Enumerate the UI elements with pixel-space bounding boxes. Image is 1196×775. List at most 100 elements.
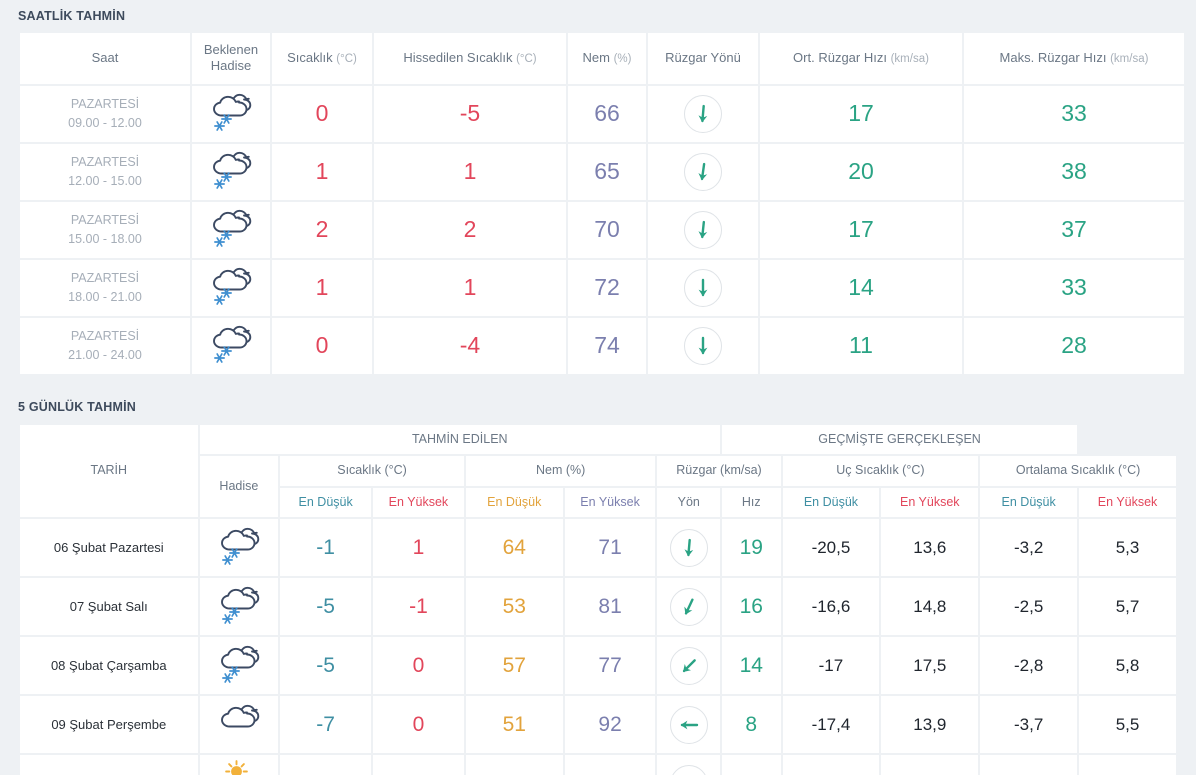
arrow-down-right-icon bbox=[678, 596, 700, 618]
cell-date: 07 Şubat Salı bbox=[20, 578, 198, 636]
snow-cloud-icon bbox=[208, 205, 254, 249]
time-day: PAZARTESİ bbox=[70, 271, 140, 286]
cell-extreme-high: 13,6 bbox=[881, 519, 979, 577]
cell-humidity-low: 53 bbox=[465, 578, 563, 636]
cell-feels-like: -4 bbox=[374, 317, 566, 374]
cell-wind-direction bbox=[657, 578, 721, 636]
cell-wind-direction bbox=[648, 85, 758, 142]
cell-max-wind-speed: 37 bbox=[964, 201, 1184, 258]
table-row[interactable]: 08 Şubat Çarşamba -5 0 57 77 14 -17 17,5 -2,8 5,8 bbox=[20, 637, 1176, 695]
cell-humidity-high: 81 bbox=[564, 578, 656, 636]
hourly-section-title: SAATLİK TAHMİN bbox=[18, 9, 126, 23]
cell-temp-high: -1 bbox=[373, 578, 464, 636]
cell-weather-icon bbox=[199, 578, 279, 636]
snow-cloud-icon bbox=[208, 321, 254, 365]
cell-wind-direction bbox=[648, 259, 758, 316]
time-range: 21.00 - 24.00 bbox=[68, 347, 142, 362]
col-header-temp-high: En Yüksek bbox=[373, 487, 464, 518]
cell-humidity-low: 51 bbox=[465, 696, 563, 754]
cell-average-high: 6,3 bbox=[1079, 755, 1176, 775]
wind-direction-dial bbox=[669, 705, 708, 744]
arrow-down-icon bbox=[678, 537, 700, 559]
col-header-extreme-low: En Düşük bbox=[782, 487, 880, 518]
cell-time: PAZARTESİ 21.00 - 24.00 bbox=[20, 317, 190, 374]
cell-wind-direction bbox=[648, 317, 758, 374]
group-header-forecast: TAHMİN EDİLEN bbox=[199, 424, 721, 455]
table-row[interactable]: PAZARTESİ 12.00 - 15.00 1 1 65 20 38 bbox=[20, 143, 1184, 200]
time-range: 09.00 - 12.00 bbox=[68, 115, 142, 130]
cell-wind-speed: 8 bbox=[722, 696, 781, 754]
table-row[interactable]: 07 Şubat Salı -5 -1 53 81 16 -16,6 14,8 -2,5 5,7 bbox=[20, 578, 1176, 636]
cell-weather-icon bbox=[192, 317, 270, 374]
table-row[interactable]: PAZARTESİ 09.00 - 12.00 0 -5 66 17 33 bbox=[20, 85, 1184, 142]
cell-temp-high: 0 bbox=[373, 637, 464, 695]
col-header-date: TARİH bbox=[20, 424, 198, 518]
time-range: 15.00 - 18.00 bbox=[68, 231, 142, 246]
cell-avg-wind-speed: 17 bbox=[760, 85, 962, 142]
cell-extreme-high: 17,5 bbox=[881, 637, 979, 695]
cell-feels-like: 1 bbox=[374, 259, 566, 316]
cell-weather-icon bbox=[199, 696, 279, 754]
cell-weather-icon bbox=[199, 519, 279, 577]
wind-direction-dial bbox=[684, 268, 722, 307]
cell-temp-low: -5 bbox=[280, 637, 372, 695]
cell-average-high: 5,5 bbox=[1079, 696, 1176, 754]
col-header-feels-like: Hissedilen Sıcaklık (°C) bbox=[374, 33, 566, 84]
wind-direction-dial bbox=[684, 326, 722, 365]
cell-temp-high: 0 bbox=[373, 696, 464, 754]
cell-max-wind-speed: 33 bbox=[964, 85, 1184, 142]
cell-humidity-high: 86 bbox=[564, 755, 656, 775]
five-day-forecast-table: TARİH TAHMİN EDİLEN GEÇMİŞTE GERÇEKLEŞEN… bbox=[18, 423, 1178, 775]
cell-time: PAZARTESİ 12.00 - 15.00 bbox=[20, 143, 190, 200]
col-header-humidity: Nem (%) bbox=[568, 33, 646, 84]
col-header-event-line1: Beklenen bbox=[203, 42, 259, 57]
wind-direction-dial bbox=[669, 764, 708, 775]
cell-temp-low: -1 bbox=[280, 519, 372, 577]
table-row[interactable]: PAZARTESİ 18.00 - 21.00 1 1 72 14 33 bbox=[20, 259, 1184, 316]
cell-temp-low: -5 bbox=[280, 578, 372, 636]
cell-humidity-high: 71 bbox=[564, 519, 656, 577]
cell-avg-wind-speed: 17 bbox=[760, 201, 962, 258]
wind-direction-dial bbox=[684, 94, 722, 133]
table-row[interactable]: 09 Şubat Perşembe -7 0 51 92 8 -17,4 13,9 -3,7 5,… bbox=[20, 696, 1176, 754]
weather-page: SAATLİK TAHMİN Saat Beklenen Hadise Sıca… bbox=[0, 0, 1196, 775]
cell-temperature: 1 bbox=[272, 143, 372, 200]
cell-wind-direction bbox=[657, 519, 721, 577]
col-header-average-temperature: Ortalama Sıcaklık (°C) bbox=[980, 456, 1176, 486]
col-header-temperature: Sıcaklık (°C) bbox=[280, 456, 464, 486]
col-header-event: Hadise bbox=[199, 456, 279, 518]
cell-avg-wind-speed: 11 bbox=[760, 317, 962, 374]
cell-extreme-low: -20,5 bbox=[782, 519, 880, 577]
table-row[interactable]: 10 Şubat Cuma -805886 10-16,216,2-3,66,3 bbox=[20, 755, 1176, 775]
table-row[interactable]: PAZARTESİ 21.00 - 24.00 0 -4 74 11 28 bbox=[20, 317, 1184, 374]
col-header-avg-high: En Yüksek bbox=[1079, 487, 1176, 518]
hourly-header-row: Saat Beklenen Hadise Sıcaklık (°C) Hisse… bbox=[20, 33, 1184, 84]
snow-cloud-icon bbox=[216, 641, 262, 685]
cell-wind-direction bbox=[648, 201, 758, 258]
table-row[interactable]: PAZARTESİ 15.00 - 18.00 2 2 70 17 37 bbox=[20, 201, 1184, 258]
cell-temperature: 2 bbox=[272, 201, 372, 258]
cell-temp-low: -8 bbox=[280, 755, 372, 775]
cell-humidity: 74 bbox=[568, 317, 646, 374]
daily-header-group-row: TARİH TAHMİN EDİLEN GEÇMİŞTE GERÇEKLEŞEN bbox=[20, 424, 1176, 518]
col-header-temperature: Sıcaklık (°C) bbox=[272, 33, 372, 84]
table-row[interactable]: 06 Şubat Pazartesi -1 1 64 71 19 -20,5 13,6 -3,2… bbox=[20, 519, 1176, 577]
cell-wind-direction bbox=[648, 143, 758, 200]
cell-temperature: 1 bbox=[272, 259, 372, 316]
cell-extreme-high: 14,8 bbox=[881, 578, 979, 636]
cell-max-wind-speed: 38 bbox=[964, 143, 1184, 200]
cell-humidity: 65 bbox=[568, 143, 646, 200]
cell-wind-direction bbox=[657, 696, 721, 754]
cell-weather-icon bbox=[192, 259, 270, 316]
time-range: 12.00 - 15.00 bbox=[68, 173, 142, 188]
time-day: PAZARTESİ bbox=[70, 329, 140, 344]
wind-direction-dial bbox=[684, 210, 722, 249]
cell-average-low: -2,5 bbox=[980, 578, 1078, 636]
arrow-down-right-icon bbox=[678, 655, 700, 677]
cell-feels-like: 2 bbox=[374, 201, 566, 258]
cell-avg-wind-speed: 14 bbox=[760, 259, 962, 316]
snow-cloud-icon bbox=[208, 89, 254, 133]
cell-temp-low: -7 bbox=[280, 696, 372, 754]
col-header-wind-direction: Rüzgar Yönü bbox=[648, 33, 758, 84]
cell-extreme-high: 13,9 bbox=[881, 696, 979, 754]
